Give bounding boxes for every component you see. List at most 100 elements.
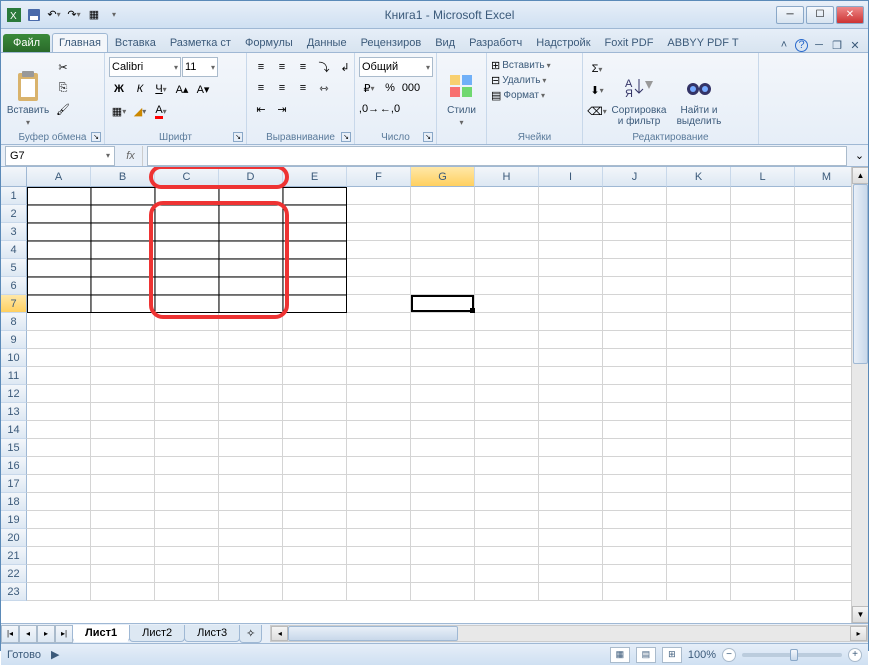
column-header-M[interactable]: M: [795, 167, 859, 187]
row-header-15[interactable]: 15: [1, 439, 27, 457]
cell[interactable]: [603, 205, 667, 223]
cell[interactable]: [667, 331, 731, 349]
cell[interactable]: [411, 457, 475, 475]
cell[interactable]: [475, 277, 539, 295]
cell[interactable]: [411, 277, 475, 295]
workbook-restore-icon[interactable]: ❐: [830, 38, 844, 52]
cell[interactable]: [411, 583, 475, 601]
row-header-10[interactable]: 10: [1, 349, 27, 367]
qat-extra-icon[interactable]: ▦: [85, 6, 103, 24]
cell[interactable]: [155, 457, 219, 475]
horizontal-scrollbar[interactable]: ◂ ▸: [270, 625, 868, 642]
cell[interactable]: [347, 439, 411, 457]
cell[interactable]: [155, 385, 219, 403]
cell[interactable]: [219, 367, 283, 385]
cell[interactable]: [155, 439, 219, 457]
cell[interactable]: [283, 187, 347, 205]
cell[interactable]: [795, 331, 859, 349]
cell[interactable]: [91, 565, 155, 583]
paste-button[interactable]: Вставить ▾: [5, 55, 51, 142]
cell[interactable]: [475, 313, 539, 331]
cell[interactable]: [603, 511, 667, 529]
cell[interactable]: [539, 241, 603, 259]
cell[interactable]: [155, 583, 219, 601]
cell[interactable]: [91, 385, 155, 403]
format-painter-icon[interactable]: 🖌: [53, 99, 73, 119]
tab-formulas[interactable]: Формулы: [238, 33, 300, 52]
align-bottom-icon[interactable]: ≡: [293, 57, 313, 77]
align-center-icon[interactable]: ≡: [272, 78, 292, 98]
cell[interactable]: [667, 187, 731, 205]
currency-icon[interactable]: ₽▾: [359, 78, 379, 98]
cell[interactable]: [603, 457, 667, 475]
percent-icon[interactable]: %: [380, 78, 400, 98]
cell[interactable]: [411, 223, 475, 241]
sheet-first-icon[interactable]: |◂: [1, 625, 19, 643]
formula-input[interactable]: [147, 146, 847, 166]
cell[interactable]: [539, 403, 603, 421]
font-size-select[interactable]: 11▾: [182, 57, 218, 77]
zoom-in-icon[interactable]: +: [848, 648, 862, 662]
tab-developer[interactable]: Разработч: [462, 33, 529, 52]
cell[interactable]: [667, 529, 731, 547]
cell[interactable]: [475, 241, 539, 259]
cell[interactable]: [283, 385, 347, 403]
cell[interactable]: [91, 277, 155, 295]
cell[interactable]: [283, 457, 347, 475]
copy-icon[interactable]: ⎘: [53, 78, 73, 98]
cell[interactable]: [475, 565, 539, 583]
cell[interactable]: [731, 367, 795, 385]
cell[interactable]: [667, 385, 731, 403]
close-button[interactable]: ✕: [836, 6, 864, 24]
cell[interactable]: [475, 187, 539, 205]
cell[interactable]: [731, 565, 795, 583]
cell[interactable]: [219, 565, 283, 583]
cell[interactable]: [155, 421, 219, 439]
cell[interactable]: [27, 223, 91, 241]
cell[interactable]: [475, 475, 539, 493]
row-header-12[interactable]: 12: [1, 385, 27, 403]
cell[interactable]: [27, 313, 91, 331]
cell[interactable]: [219, 295, 283, 313]
cell[interactable]: [539, 583, 603, 601]
cell[interactable]: [347, 493, 411, 511]
row-header-23[interactable]: 23: [1, 583, 27, 601]
scroll-left-icon[interactable]: ◂: [271, 626, 288, 641]
cell[interactable]: [27, 493, 91, 511]
row-header-1[interactable]: 1: [1, 187, 27, 205]
cell[interactable]: [667, 547, 731, 565]
cell[interactable]: [667, 493, 731, 511]
column-header-D[interactable]: D: [219, 167, 283, 187]
fx-icon[interactable]: fx: [119, 146, 143, 166]
cell[interactable]: [475, 295, 539, 313]
sheet-tab-1[interactable]: Лист1: [72, 625, 130, 642]
cell[interactable]: [347, 421, 411, 439]
cell[interactable]: [795, 277, 859, 295]
cell[interactable]: [667, 583, 731, 601]
cell[interactable]: [603, 421, 667, 439]
cell[interactable]: [411, 403, 475, 421]
align-right-icon[interactable]: ≡: [293, 78, 313, 98]
cell[interactable]: [91, 583, 155, 601]
cell[interactable]: [91, 187, 155, 205]
cell[interactable]: [731, 403, 795, 421]
cell[interactable]: [347, 277, 411, 295]
clipboard-launcher-icon[interactable]: ↘: [91, 132, 101, 142]
zoom-thumb[interactable]: [790, 649, 798, 661]
cell[interactable]: [27, 277, 91, 295]
cell[interactable]: [27, 547, 91, 565]
cell[interactable]: [219, 277, 283, 295]
minimize-button[interactable]: ─: [776, 6, 804, 24]
cell[interactable]: [219, 385, 283, 403]
cell[interactable]: [667, 259, 731, 277]
cell[interactable]: [731, 295, 795, 313]
cell[interactable]: [347, 187, 411, 205]
macro-record-icon[interactable]: ▶: [51, 648, 59, 661]
cell[interactable]: [475, 259, 539, 277]
cell[interactable]: [347, 385, 411, 403]
cell[interactable]: [539, 187, 603, 205]
cell[interactable]: [475, 421, 539, 439]
cell[interactable]: [91, 367, 155, 385]
cell[interactable]: [347, 547, 411, 565]
cell[interactable]: [539, 439, 603, 457]
